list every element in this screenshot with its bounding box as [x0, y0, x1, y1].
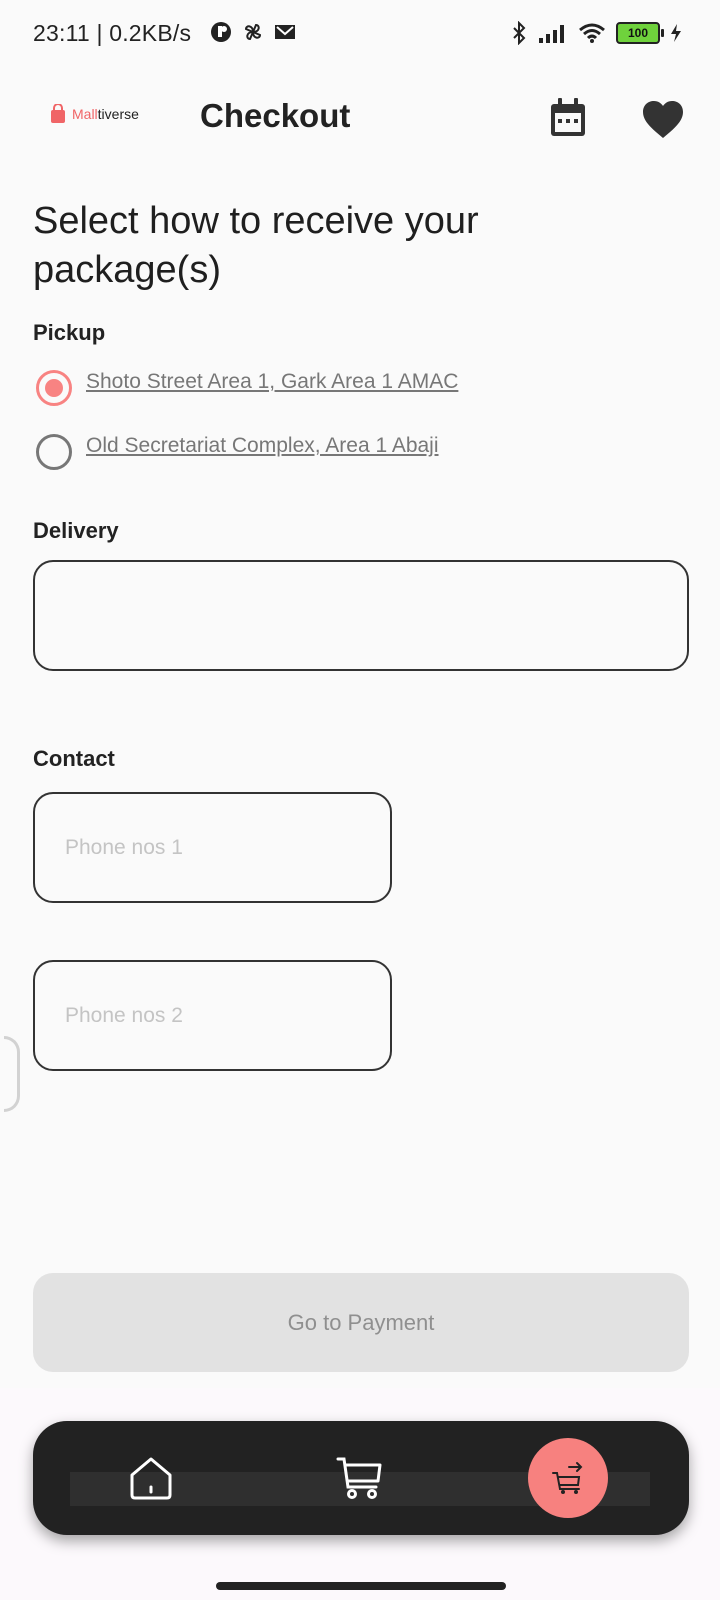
pinwheel-icon: [244, 23, 262, 41]
shopping-bag-icon: [51, 104, 65, 123]
cart-icon: [336, 1457, 382, 1499]
checkout-cart-icon: [552, 1462, 583, 1494]
phone-2-field[interactable]: [33, 960, 392, 1071]
page-title: Checkout: [200, 97, 351, 134]
calendar-icon: [551, 98, 585, 136]
nav-checkout-button[interactable]: [528, 1438, 608, 1518]
receive-package-heading: Select how to receive your package(s): [33, 200, 479, 291]
pickup-option-1[interactable]: Shoto Street Area 1, Gark Area 1 AMAC: [36, 370, 458, 406]
calendar-button[interactable]: [549, 98, 587, 138]
status-time-speed: 23:11 | 0.2KB/s: [33, 20, 192, 46]
nav-cart-button[interactable]: [336, 1453, 384, 1501]
edge-swipe-handle[interactable]: [4, 1036, 20, 1112]
contact-label: Contact: [33, 746, 115, 771]
go-to-payment-button[interactable]: Go to Payment: [33, 1273, 689, 1372]
app-notification-icon: [211, 22, 231, 42]
signal-icon: [539, 25, 564, 43]
charging-icon: [671, 24, 681, 42]
nav-home-button[interactable]: [128, 1455, 174, 1501]
status-system-icons: 100: [510, 21, 682, 45]
malltiverse-logo[interactable]: Malltiverse: [50, 104, 139, 124]
pickup-option-label[interactable]: Old Secretariat Complex, Area 1 Abaji: [86, 434, 439, 458]
wifi-icon: [579, 23, 605, 43]
home-icon: [130, 1457, 172, 1500]
radio-unselected[interactable]: [36, 434, 72, 470]
phone-1-field[interactable]: [33, 792, 392, 903]
heart-icon: [643, 101, 683, 138]
battery-indicator: 100: [616, 22, 664, 44]
status-notification-icons: [210, 21, 296, 43]
favorites-button[interactable]: [641, 100, 685, 140]
logo-text: Malltiverse: [72, 106, 139, 122]
mail-icon: [275, 25, 295, 39]
pickup-option-2[interactable]: Old Secretariat Complex, Area 1 Abaji: [36, 434, 439, 470]
pickup-label: Pickup: [33, 320, 106, 345]
delivery-label: Delivery: [33, 518, 119, 543]
radio-selected[interactable]: [36, 370, 72, 406]
status-bar: 23:11 | 0.2KB/s 100: [0, 0, 720, 70]
bluetooth-icon: [513, 21, 526, 45]
delivery-address-field[interactable]: [33, 560, 689, 671]
home-indicator[interactable]: [216, 1582, 506, 1590]
pickup-option-label[interactable]: Shoto Street Area 1, Gark Area 1 AMAC: [86, 370, 458, 394]
